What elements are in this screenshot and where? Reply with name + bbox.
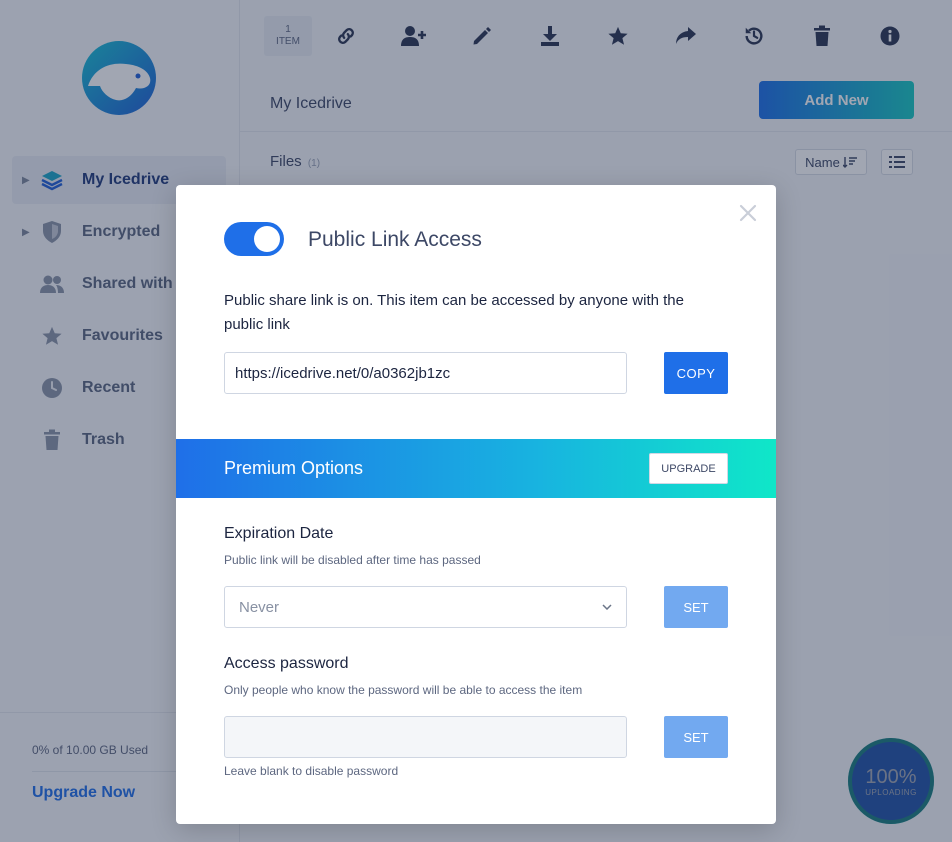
expiration-select[interactable]: Never	[224, 586, 627, 628]
dialog-description: Public share link is on. This item can b…	[224, 292, 684, 333]
chevron-down-icon	[602, 604, 612, 610]
password-subtitle: Only people who know the password will b…	[224, 683, 583, 697]
set-password-button[interactable]: SET	[664, 716, 728, 758]
close-icon[interactable]	[738, 203, 758, 223]
password-hint: Leave blank to disable password	[224, 764, 399, 778]
upgrade-button[interactable]: UPGRADE	[649, 453, 728, 484]
dialog-title: Public Link Access	[308, 228, 482, 251]
premium-options-banner: Premium Options UPGRADE	[176, 439, 776, 498]
premium-title: Premium Options	[224, 458, 364, 478]
expiration-selected-value: Never	[239, 598, 280, 616]
public-link-dialog: Public Link Access Public share link is …	[176, 185, 776, 824]
toggle-knob	[254, 226, 280, 252]
access-password-input[interactable]	[224, 716, 627, 758]
public-link-input[interactable]	[224, 352, 627, 394]
password-title: Access password	[224, 655, 349, 672]
set-expiration-button[interactable]: SET	[664, 586, 728, 628]
public-link-toggle[interactable]	[224, 222, 284, 256]
expiration-subtitle: Public link will be disabled after time …	[224, 553, 481, 567]
expiration-title: Expiration Date	[224, 525, 334, 542]
copy-button[interactable]: COPY	[664, 352, 728, 394]
